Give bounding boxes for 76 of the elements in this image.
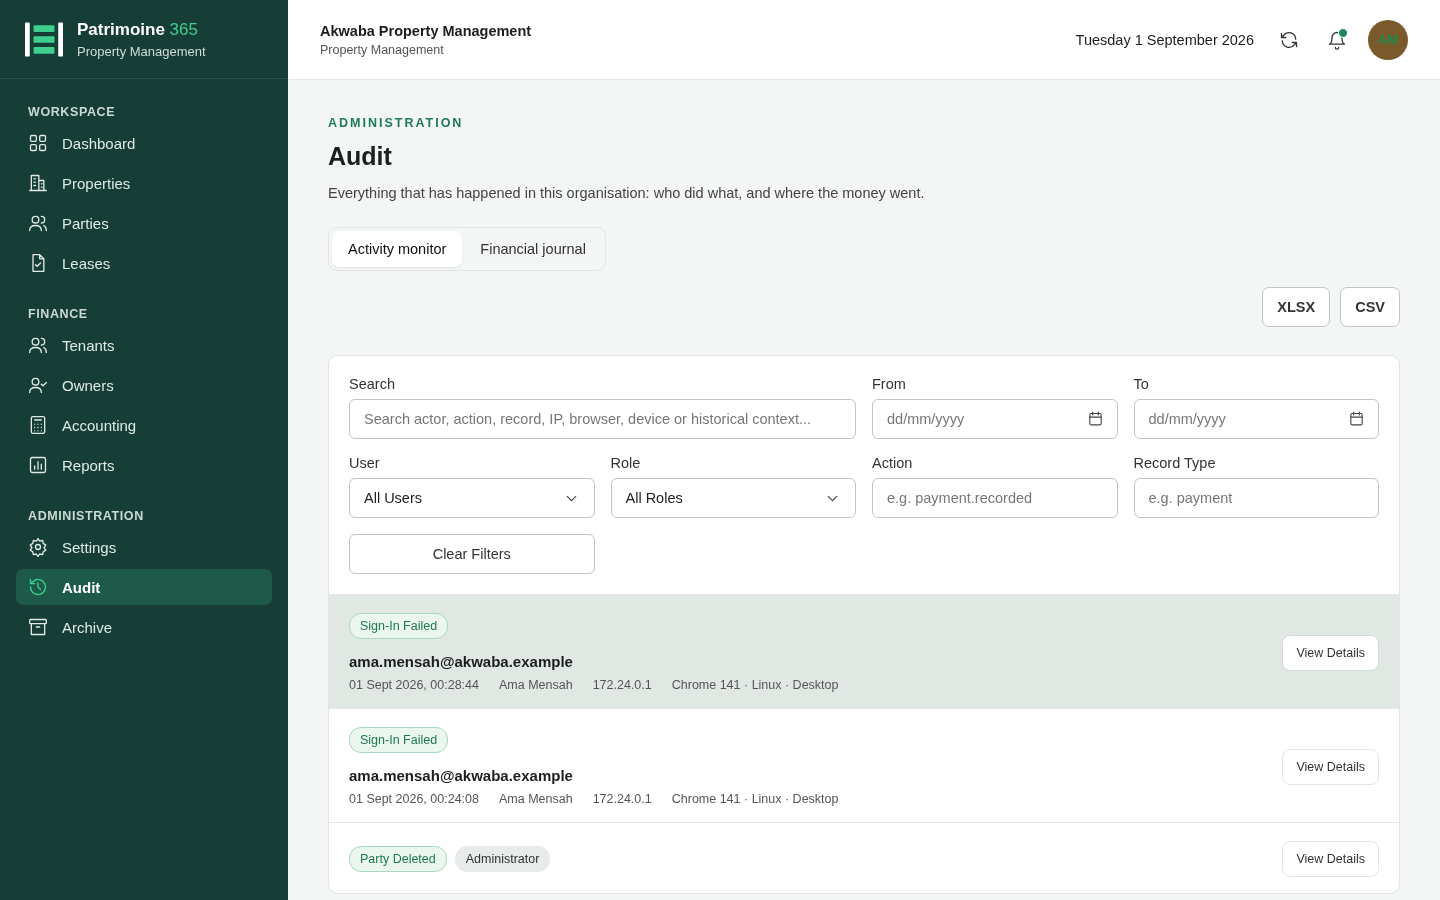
nav-item[interactable]: Parties [16, 205, 272, 241]
nav-item[interactable]: Accounting [16, 407, 272, 443]
entry-detail: Ama Mensah [499, 792, 573, 806]
audit-entry[interactable]: Party Deleted Administrator View Details [329, 822, 1399, 893]
field-label: To [1133, 376, 1150, 392]
entry-detail: Ama Mensah [499, 678, 573, 692]
view-details-button[interactable]: View Details [1282, 841, 1379, 877]
organisation-subtitle: Property Management [320, 42, 445, 57]
nav-item[interactable]: Properties [16, 165, 272, 201]
entry-detail: Chrome 141 · Linux · Desktop [671, 792, 839, 806]
history-icon [28, 577, 48, 597]
logo-icon [25, 21, 63, 57]
entry-title: ama.mensah@akwaba.example [349, 653, 574, 670]
archive-icon [28, 617, 48, 637]
people-icon [28, 335, 48, 355]
entry-title: ama.mensah@akwaba.example [349, 767, 574, 784]
search-field[interactable]: Search actor, action, record, IP, browser, device or historical context... [349, 399, 856, 439]
section-heading: FINANCE [27, 307, 89, 321]
date-field[interactable]: dd/mm/yyyy [872, 399, 1118, 439]
record-type-field[interactable]: e.g. payment [1133, 478, 1379, 518]
chart-icon [28, 455, 48, 475]
view-details-button[interactable]: View Details [1282, 634, 1379, 671]
audit-entry[interactable]: Sign-In Failed ama.mensah@akwaba.example 01 Sept 2026, 00:24:08 Ama Mensah 172.24.0.1 Chrome 141 · Linux · Desktop View Details [329, 708, 1399, 822]
nav-item[interactable]: Dashboard [16, 125, 272, 161]
action-field[interactable]: e.g. payment.recorded [872, 478, 1118, 518]
tag: Administrator [454, 846, 551, 872]
user-check-icon [28, 375, 48, 395]
export-button[interactable]: XLSX [1262, 287, 1331, 327]
entry-detail: 01 Sept 2026, 00:24:08 [349, 792, 479, 806]
nav-item[interactable]: Tenants [16, 327, 272, 363]
tab[interactable]: Financial journal [464, 231, 602, 267]
export-button[interactable]: CSV [1340, 287, 1400, 327]
entry-detail: Chrome 141 · Linux · Desktop [671, 678, 839, 692]
nav-item[interactable]: Owners [16, 367, 272, 403]
page-eyebrow: ADMINISTRATION [328, 116, 465, 130]
dashboard-icon [28, 133, 48, 153]
current-date: Tuesday 1 September 2026 [1075, 31, 1254, 48]
building-icon [28, 173, 48, 193]
entry-detail: 172.24.0.1 [592, 678, 652, 692]
field-label: From [872, 376, 907, 392]
field-label: Role [610, 455, 642, 471]
tag: Sign-In Failed [349, 613, 449, 639]
organisation-name: Akwaba Property Management [320, 22, 532, 39]
audit-entry[interactable]: Sign-In Failed ama.mensah@akwaba.example 01 Sept 2026, 00:28:44 Ama Mensah 172.24.0.1 Chrome 141 · Linux · Desktop View Details [329, 594, 1399, 708]
calendar-icon [1086, 410, 1104, 427]
people-icon [28, 213, 48, 233]
user-select[interactable]: All Users [349, 478, 595, 518]
entry-detail: 172.24.0.1 [592, 792, 652, 806]
field-label: Search [349, 376, 396, 392]
page-description: Everything that has happened in this organisation: who did what, and where the money went. [328, 185, 926, 201]
brand-subtitle: Property Management [77, 43, 206, 59]
brand-name: Patrimoine 365 [77, 19, 199, 40]
field-label: Action [872, 455, 914, 471]
nav-item[interactable]: Archive [16, 609, 272, 645]
tag: Sign-In Failed [349, 727, 449, 753]
entry-detail: 01 Sept 2026, 00:28:44 [349, 678, 479, 692]
gear-icon [28, 537, 48, 557]
section-heading: ADMINISTRATION [27, 509, 145, 523]
nav-item[interactable]: Reports [16, 447, 272, 483]
field-label: User [349, 455, 381, 471]
view-details-button[interactable]: View Details [1282, 748, 1379, 785]
clear-filters-button[interactable]: Clear Filters [349, 534, 595, 574]
nav-item[interactable]: Audit [16, 569, 272, 605]
tag: Party Deleted [349, 846, 447, 872]
nav-item[interactable]: Leases [16, 245, 272, 281]
section-heading: WORKSPACE [27, 105, 117, 119]
calculator-icon [28, 415, 48, 435]
calendar-icon [1348, 410, 1365, 427]
field-label: Record Type [1133, 455, 1217, 471]
nav-item[interactable]: Settings [16, 529, 272, 565]
tab[interactable]: Activity monitor [332, 231, 463, 267]
refresh-icon [1279, 29, 1299, 50]
date-field[interactable]: dd/mm/yyyy [1133, 399, 1379, 439]
role-select[interactable]: All Roles [610, 478, 856, 518]
page-title: Audit [328, 142, 393, 171]
bell-icon [1327, 29, 1347, 50]
